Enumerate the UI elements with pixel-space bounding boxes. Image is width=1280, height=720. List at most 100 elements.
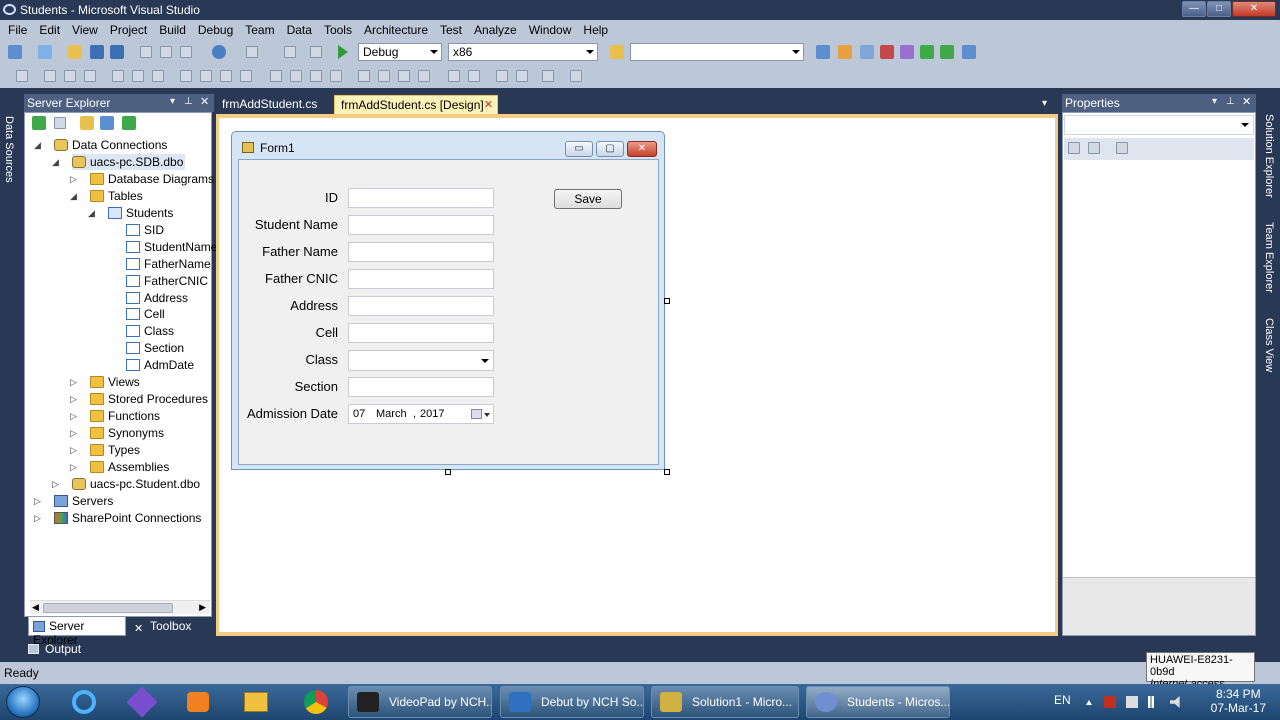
align-tops-icon[interactable] xyxy=(112,70,124,82)
vertical-spacing-equal-icon[interactable] xyxy=(358,70,370,82)
find-in-files-icon[interactable] xyxy=(610,45,624,59)
section-textbox[interactable] xyxy=(348,377,494,397)
connect-to-database-icon[interactable] xyxy=(80,116,94,130)
tree-node-assemblies[interactable]: Assemblies xyxy=(90,459,169,475)
expand-arrow-icon[interactable]: ▷ xyxy=(34,496,41,507)
start-page-icon[interactable] xyxy=(920,45,934,59)
solution-platform-select[interactable]: x86 xyxy=(448,43,598,61)
tree-node-column[interactable]: Address xyxy=(126,290,188,306)
expand-arrow-icon[interactable]: ▷ xyxy=(70,445,77,456)
file-explorer-icon[interactable] xyxy=(230,687,280,717)
tree-node-column[interactable]: Section xyxy=(126,340,184,356)
menu-edit[interactable]: Edit xyxy=(33,23,66,37)
properties-position-button[interactable]: ▾ xyxy=(1212,96,1217,107)
menu-tools[interactable]: Tools xyxy=(318,23,358,37)
undo-icon[interactable] xyxy=(212,45,226,59)
expand-arrow-icon[interactable]: ▷ xyxy=(34,513,41,524)
center-vertically-icon[interactable] xyxy=(468,70,480,82)
copy-icon[interactable] xyxy=(160,46,172,58)
menu-analyze[interactable]: Analyze xyxy=(468,23,523,37)
align-middles-icon[interactable] xyxy=(132,70,144,82)
form-maximize-button[interactable]: ▢ xyxy=(596,141,624,157)
extension-manager-icon[interactable] xyxy=(900,45,914,59)
cell-textbox[interactable] xyxy=(348,323,494,343)
tree-node-sharepoint[interactable]: SharePoint Connections xyxy=(54,510,201,526)
redo-icon[interactable] xyxy=(246,46,258,58)
refresh-icon[interactable] xyxy=(32,116,46,130)
tree-node-servers[interactable]: Servers xyxy=(54,493,113,509)
remove-horizontal-spacing-icon[interactable] xyxy=(330,70,342,82)
menu-file[interactable]: File xyxy=(2,23,33,37)
tree-node-column[interactable]: Cell xyxy=(126,306,165,322)
media-player-icon[interactable] xyxy=(172,687,222,717)
language-indicator[interactable]: EN xyxy=(1054,693,1071,707)
menu-data[interactable]: Data xyxy=(281,23,318,37)
menu-view[interactable]: View xyxy=(66,23,104,37)
scrollbar-thumb[interactable] xyxy=(43,603,173,613)
start-debugging-icon[interactable] xyxy=(338,45,348,59)
id-textbox[interactable] xyxy=(348,188,494,208)
tree-node-column[interactable]: SID xyxy=(126,222,164,238)
properties-window-icon[interactable] xyxy=(838,45,852,59)
collapse-arrow-icon[interactable]: ◢ xyxy=(70,191,77,202)
other-windows-icon[interactable] xyxy=(962,45,976,59)
menu-help[interactable]: Help xyxy=(577,23,614,37)
connect-to-server-icon[interactable] xyxy=(100,116,114,130)
form-minimize-button[interactable]: ▭ xyxy=(565,141,593,157)
find-combo[interactable] xyxy=(630,43,804,61)
close-button[interactable]: ✕ xyxy=(1232,1,1276,17)
align-rights-icon[interactable] xyxy=(84,70,96,82)
tab-design-view[interactable]: frmAddStudent.cs [Design] ✕ xyxy=(334,95,498,114)
object-browser-icon[interactable] xyxy=(860,45,874,59)
class-view-tab[interactable]: Class View xyxy=(1263,318,1275,372)
tree-node-views[interactable]: Views xyxy=(90,374,140,390)
solution-explorer-icon[interactable] xyxy=(816,45,830,59)
form-preview[interactable]: Form1 ▭ ▢ ✕ ID Student Name Father Name … xyxy=(231,131,665,470)
resize-handle-right[interactable] xyxy=(664,298,670,304)
property-pages-icon[interactable] xyxy=(1116,142,1128,154)
decrease-horizontal-spacing-icon[interactable] xyxy=(310,70,322,82)
save-icon[interactable] xyxy=(90,45,104,59)
scroll-right-icon[interactable]: ▶ xyxy=(199,602,206,613)
stop-refresh-icon[interactable] xyxy=(54,117,66,129)
tree-node-data-connections[interactable]: Data Connections xyxy=(54,137,167,153)
tab-toolbox[interactable]: ✕ Toolbox xyxy=(130,617,195,636)
usb-device-icon[interactable] xyxy=(1126,696,1138,708)
tree-node-column[interactable]: StudentName xyxy=(126,239,217,255)
size-to-grid-icon[interactable] xyxy=(200,70,212,82)
tree-node-column[interactable]: FatherName xyxy=(126,256,211,272)
tab-code-view[interactable]: frmAddStudent.cs xyxy=(216,95,323,114)
expand-arrow-icon[interactable]: ▷ xyxy=(52,479,59,490)
taskbar-button-students[interactable]: Students - Micros... xyxy=(806,686,950,718)
expand-arrow-icon[interactable]: ▷ xyxy=(70,462,77,473)
action-center-icon[interactable] xyxy=(1104,696,1116,708)
father-cnic-textbox[interactable] xyxy=(348,269,494,289)
menu-window[interactable]: Window xyxy=(523,23,578,37)
tree-node-stored-procedures[interactable]: Stored Procedures xyxy=(90,391,208,407)
start-button[interactable] xyxy=(6,686,40,718)
taskbar-button-videopad[interactable]: VideoPad by NCH... xyxy=(348,686,492,718)
active-files-dropdown-icon[interactable]: ▾ xyxy=(1042,98,1047,109)
horizontal-scrollbar[interactable]: ◀ ▶ xyxy=(30,600,210,614)
close-tab-icon[interactable]: ✕ xyxy=(484,98,493,111)
class-combobox[interactable] xyxy=(348,350,494,371)
clock[interactable]: 8:34 PM 07-Mar-17 xyxy=(1211,687,1266,715)
bring-to-front-icon[interactable] xyxy=(496,70,508,82)
align-lefts-icon[interactable] xyxy=(44,70,56,82)
taskbar-button-solution1[interactable]: Solution1 - Micro... xyxy=(651,686,799,718)
taskbar-button-debut[interactable]: Debut by NCH So... xyxy=(500,686,644,718)
properties-object-select[interactable] xyxy=(1064,115,1254,135)
wifi-signal-icon[interactable] xyxy=(1148,696,1160,708)
align-centers-icon[interactable] xyxy=(64,70,76,82)
increase-vertical-spacing-icon[interactable] xyxy=(378,70,390,82)
paste-icon[interactable] xyxy=(180,46,192,58)
solution-configuration-select[interactable]: Debug xyxy=(358,43,442,61)
auto-hide-pin-icon[interactable]: ⊥ xyxy=(184,96,193,107)
tree-node-column[interactable]: Class xyxy=(126,323,174,339)
solution-explorer-tab[interactable]: Solution Explorer xyxy=(1263,114,1275,198)
menu-test[interactable]: Test xyxy=(434,23,468,37)
save-button[interactable]: Save xyxy=(554,189,622,209)
tree-node-table-students[interactable]: Students xyxy=(108,205,173,221)
expand-arrow-icon[interactable]: ▷ xyxy=(70,428,77,439)
lock-controls-icon[interactable] xyxy=(570,70,582,82)
